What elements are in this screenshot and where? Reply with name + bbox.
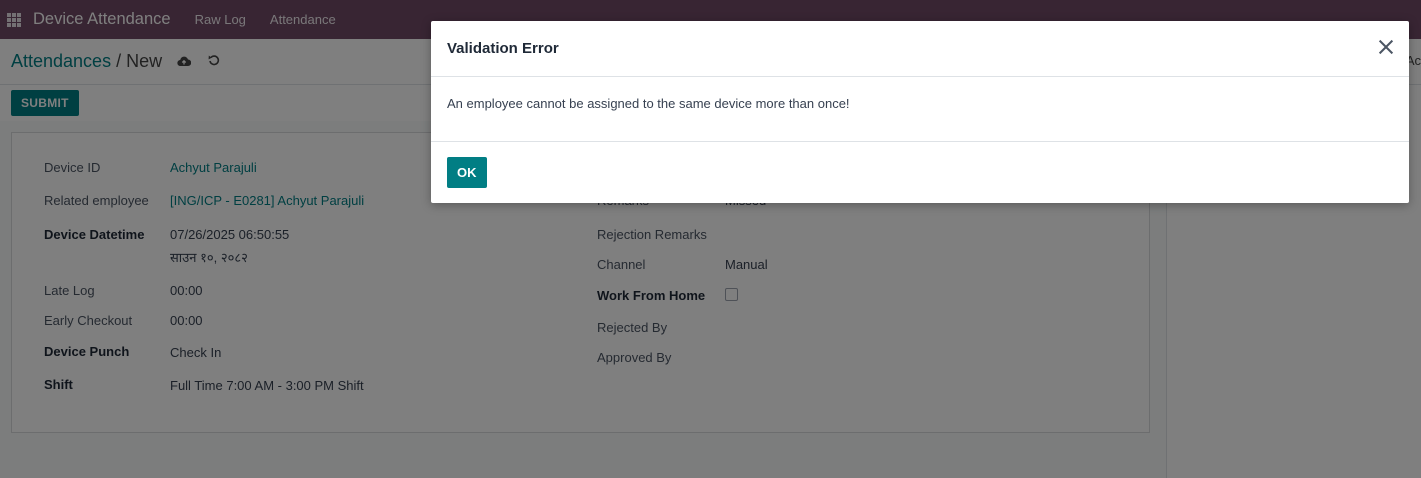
dialog-footer: OK (431, 142, 1409, 203)
dialog-title: Validation Error (447, 40, 559, 57)
dialog-header: Validation Error (431, 21, 1409, 77)
ok-button[interactable]: OK (447, 157, 487, 188)
close-icon[interactable] (1377, 38, 1395, 56)
validation-error-dialog: Validation Error An employee cannot be a… (431, 21, 1409, 203)
dialog-body: An employee cannot be assigned to the sa… (431, 77, 1409, 142)
dialog-message: An employee cannot be assigned to the sa… (447, 96, 850, 111)
